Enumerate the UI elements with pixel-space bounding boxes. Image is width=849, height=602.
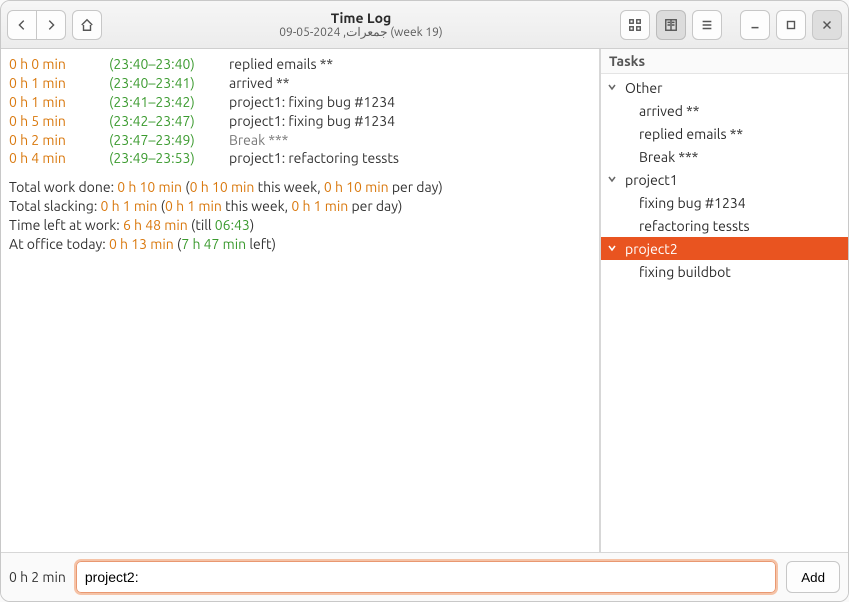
summary-label: At office today:: [9, 236, 109, 252]
log-timespan: (23:42–23:47): [109, 112, 229, 131]
log-description: replied emails **: [229, 55, 591, 74]
summary-label: Total work done:: [9, 179, 117, 195]
log-duration: 0 h 1 min: [9, 74, 109, 93]
log-duration: 0 h 2 min: [9, 131, 109, 150]
log-description: project1: fixing bug #1234: [229, 112, 591, 131]
back-button[interactable]: [7, 10, 37, 40]
tree-group-label: project2: [625, 241, 678, 257]
tree-item[interactable]: refactoring tessts: [601, 214, 848, 237]
hamburger-icon: [700, 18, 714, 32]
log-description: arrived **: [229, 74, 591, 93]
tree-item[interactable]: replied emails **: [601, 122, 848, 145]
add-button[interactable]: Add: [786, 561, 840, 593]
minimize-icon: [748, 18, 762, 32]
log-duration: 0 h 4 min: [9, 149, 109, 168]
nav-group: [7, 10, 66, 40]
tree-group[interactable]: project1: [601, 168, 848, 191]
window-title: Time Log: [108, 10, 614, 26]
log-row[interactable]: 0 h 1 min(23:40–23:41)arrived **: [9, 74, 591, 93]
log-row[interactable]: 0 h 5 min(23:42–23:47)project1: fixing b…: [9, 112, 591, 131]
summary-label: Total slacking:: [9, 198, 101, 214]
maximize-button[interactable]: [776, 10, 806, 40]
log-timespan: (23:47–23:49): [109, 131, 229, 150]
minimize-button[interactable]: [740, 10, 770, 40]
log-timespan: (23:49–23:53): [109, 149, 229, 168]
view-grid-button[interactable]: [620, 10, 650, 40]
chevron-right-icon: [44, 18, 58, 32]
log-row[interactable]: 0 h 1 min(23:41–23:42)project1: fixing b…: [9, 93, 591, 112]
home-button[interactable]: [72, 10, 102, 40]
summary-label: Time left at work:: [9, 217, 123, 233]
forward-button[interactable]: [36, 10, 66, 40]
summary-block: Total work done: 0 h 10 min (0 h 10 min …: [9, 178, 591, 254]
tree-item-label: replied emails **: [639, 126, 743, 142]
tree-item-label: refactoring tessts: [639, 218, 750, 234]
tree-group[interactable]: project2: [601, 237, 848, 260]
tree-item[interactable]: Break ***: [601, 145, 848, 168]
tree-item-label: fixing buildbot: [639, 264, 731, 280]
chevron-down-icon: [607, 174, 621, 186]
log-row[interactable]: 0 h 4 min(23:49–23:53)project1: refactor…: [9, 149, 591, 168]
chevron-left-icon: [15, 18, 29, 32]
log-row[interactable]: 0 h 0 min(23:40–23:40)replied emails **: [9, 55, 591, 74]
log-duration: 0 h 5 min: [9, 112, 109, 131]
entry-input[interactable]: [76, 561, 776, 593]
log-timespan: (23:40–23:41): [109, 74, 229, 93]
log-duration: 0 h 1 min: [9, 93, 109, 112]
tree-group[interactable]: Other: [601, 76, 848, 99]
tree-group-label: project1: [625, 172, 678, 188]
tree-item-label: Break ***: [639, 149, 698, 165]
tasks-tree[interactable]: Other arrived ** replied emails ** Break **…: [601, 74, 848, 552]
summary-value: 0 h 10 min: [117, 179, 182, 195]
close-button[interactable]: [812, 10, 842, 40]
current-duration: 0 h 2 min: [9, 569, 66, 585]
tree-item-label: arrived **: [639, 103, 699, 119]
chevron-down-icon: [607, 243, 621, 255]
tree-item[interactable]: fixing bug #1234: [601, 191, 848, 214]
footer: 0 h 2 min Add: [1, 552, 848, 601]
tasks-pane: Tasks Other arrived ** replied emails ** Br…: [600, 49, 848, 552]
window-subtitle: جمعرات, 2024-05-09 (week 19): [108, 26, 614, 40]
log-row[interactable]: 0 h 2 min(23:47–23:49)Break ***: [9, 131, 591, 150]
tasks-header: Tasks: [601, 49, 848, 74]
maximize-icon: [784, 18, 798, 32]
columns-icon: [664, 18, 678, 32]
menu-button[interactable]: [692, 10, 722, 40]
chevron-down-icon: [607, 82, 621, 94]
log-description: project1: refactoring tessts: [229, 149, 591, 168]
tree-item-label: fixing bug #1234: [639, 195, 746, 211]
tree-group-label: Other: [625, 80, 662, 96]
app-window: Time Log جمعرات, 2024-05-09 (week 19): [0, 0, 849, 602]
grid-icon: [628, 18, 642, 32]
log-timespan: (23:40–23:40): [109, 55, 229, 74]
log-pane[interactable]: 0 h 0 min(23:40–23:40)replied emails **0…: [1, 49, 600, 552]
home-icon: [80, 18, 94, 32]
tree-item[interactable]: arrived **: [601, 99, 848, 122]
log-description: Break ***: [229, 131, 591, 150]
log-duration: 0 h 0 min: [9, 55, 109, 74]
tree-item[interactable]: fixing buildbot: [601, 260, 848, 283]
close-icon: [820, 18, 834, 32]
view-split-button[interactable]: [656, 10, 686, 40]
log-description: project1: fixing bug #1234: [229, 93, 591, 112]
log-timespan: (23:41–23:42): [109, 93, 229, 112]
headerbar: Time Log جمعرات, 2024-05-09 (week 19): [1, 1, 848, 49]
